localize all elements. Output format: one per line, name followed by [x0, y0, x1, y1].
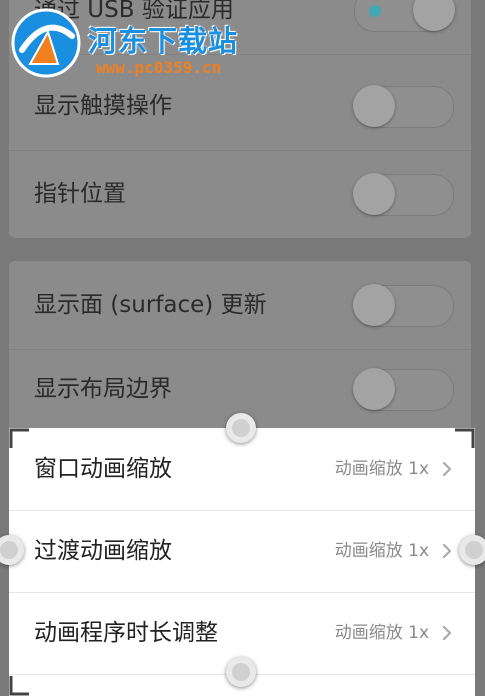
- toggle-on-indicator: [369, 5, 381, 17]
- toggle-switch[interactable]: [354, 0, 455, 32]
- toggle-switch[interactable]: [353, 85, 454, 128]
- setting-value: 动画缩放 1x: [334, 623, 429, 643]
- setting-value: 动画缩放 1x: [334, 459, 429, 479]
- setting-label: 显示布局边界: [34, 376, 172, 402]
- chevron-right-icon: [442, 625, 452, 641]
- toggle-switch[interactable]: [353, 368, 454, 411]
- toggle-switch[interactable]: [353, 284, 454, 327]
- crop-handle-top[interactable]: [226, 413, 256, 443]
- toggle-switch[interactable]: [353, 173, 454, 216]
- crop-handle-right[interactable]: [459, 535, 485, 565]
- highlight-selection: 窗口动画缩放 动画缩放 1x 过渡动画缩放 动画缩放 1x 动画程序时长调整 动…: [9, 428, 475, 696]
- setting-label: 过渡动画缩放: [34, 538, 172, 564]
- chevron-right-icon: [442, 461, 452, 477]
- setting-row-transition-animation-scale[interactable]: 过渡动画缩放 动画缩放 1x: [9, 510, 475, 593]
- setting-label: 显示面 (surface) 更新: [34, 292, 267, 318]
- watermark-title: 河东下载站: [88, 24, 239, 58]
- setting-row-surface-updates[interactable]: 显示面 (surface) 更新: [9, 261, 471, 350]
- crop-corner-top-right-icon[interactable]: [453, 428, 475, 450]
- watermark-logo-icon: [11, 8, 81, 78]
- crop-corner-bottom-left-icon[interactable]: [9, 674, 31, 696]
- setting-label: 窗口动画缩放: [34, 456, 172, 482]
- toggle-knob: [353, 284, 395, 326]
- toggle-knob: [353, 368, 395, 410]
- crop-corner-top-left-icon[interactable]: [9, 428, 31, 450]
- chevron-right-icon: [442, 543, 452, 559]
- setting-label: 指针位置: [34, 181, 126, 207]
- toggle-knob: [353, 173, 395, 215]
- crop-handle-bottom[interactable]: [226, 657, 256, 687]
- setting-label: 动画程序时长调整: [34, 620, 218, 646]
- toggle-knob: [353, 85, 395, 127]
- setting-value: 动画缩放 1x: [334, 541, 429, 561]
- watermark-url: www.pc0359.cn: [96, 58, 222, 77]
- setting-row-pointer-location[interactable]: 指针位置: [9, 150, 471, 238]
- toggle-knob: [413, 0, 455, 31]
